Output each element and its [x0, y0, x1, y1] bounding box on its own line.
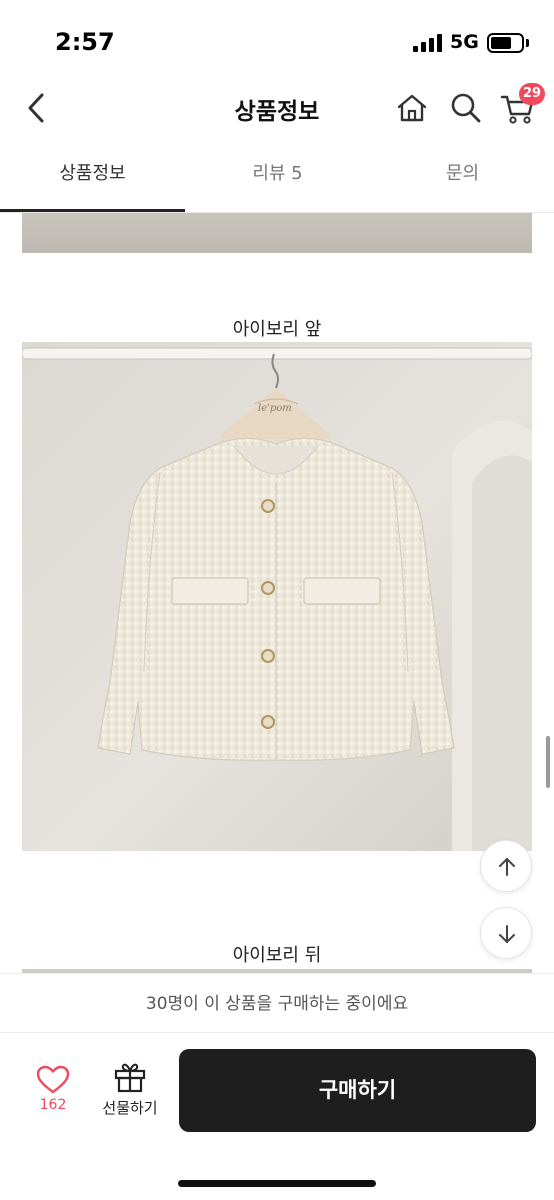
tab-reviews[interactable]: 리뷰 5 — [185, 150, 370, 212]
network-type: 5G — [450, 31, 479, 53]
search-button[interactable] — [446, 88, 486, 128]
arrow-down-icon — [499, 925, 515, 943]
tab-product-info[interactable]: 상품정보 — [0, 150, 185, 212]
arrow-up-icon — [499, 858, 515, 876]
bottom-action-bar: 162 선물하기 구매하기 — [0, 1033, 554, 1200]
cart-count-badge: 29 — [519, 83, 546, 105]
like-button[interactable]: 162 — [28, 1063, 78, 1123]
photo-caption-front: 아이보리 앞 — [232, 319, 322, 340]
gift-button[interactable]: 선물하기 — [94, 1061, 166, 1125]
purchase-activity-notice: 30명이 이 상품을 구매하는 중이에요 — [0, 973, 554, 1033]
like-count: 162 — [39, 1097, 67, 1113]
battery-cap — [526, 39, 529, 47]
buy-button[interactable]: 구매하기 — [179, 1049, 536, 1132]
heart-icon — [36, 1065, 70, 1094]
hanger-tag-text: le'pom — [258, 403, 292, 414]
status-time: 2:57 — [55, 28, 115, 56]
status-bar: 2:57 5G — [0, 0, 554, 80]
previous-product-photo — [22, 213, 532, 253]
tab-inquiry[interactable]: 문의 — [370, 150, 554, 212]
battery-icon — [487, 33, 524, 53]
home-icon — [397, 94, 427, 122]
product-photo-ivory-front — [22, 342, 532, 851]
active-tab-indicator — [0, 209, 185, 212]
cellular-signal-icon — [413, 34, 443, 52]
home-button[interactable] — [392, 88, 432, 128]
scrollbar-thumb[interactable] — [546, 736, 550, 788]
gift-icon — [114, 1063, 146, 1093]
nav-bar: 상품정보 — [0, 80, 554, 136]
scroll-up-button[interactable] — [480, 840, 532, 892]
search-icon — [451, 93, 481, 123]
gift-label: 선물하기 — [102, 1099, 158, 1117]
photo-caption-back: 아이보리 뒤 — [232, 945, 322, 966]
product-tabs: 상품정보 리뷰 5 문의 — [0, 150, 554, 213]
home-indicator — [178, 1180, 376, 1187]
scroll-down-button[interactable] — [480, 907, 532, 959]
product-detail-content[interactable]: 아이보리 앞 le'pom 아이보리 뒤 — [0, 213, 554, 973]
